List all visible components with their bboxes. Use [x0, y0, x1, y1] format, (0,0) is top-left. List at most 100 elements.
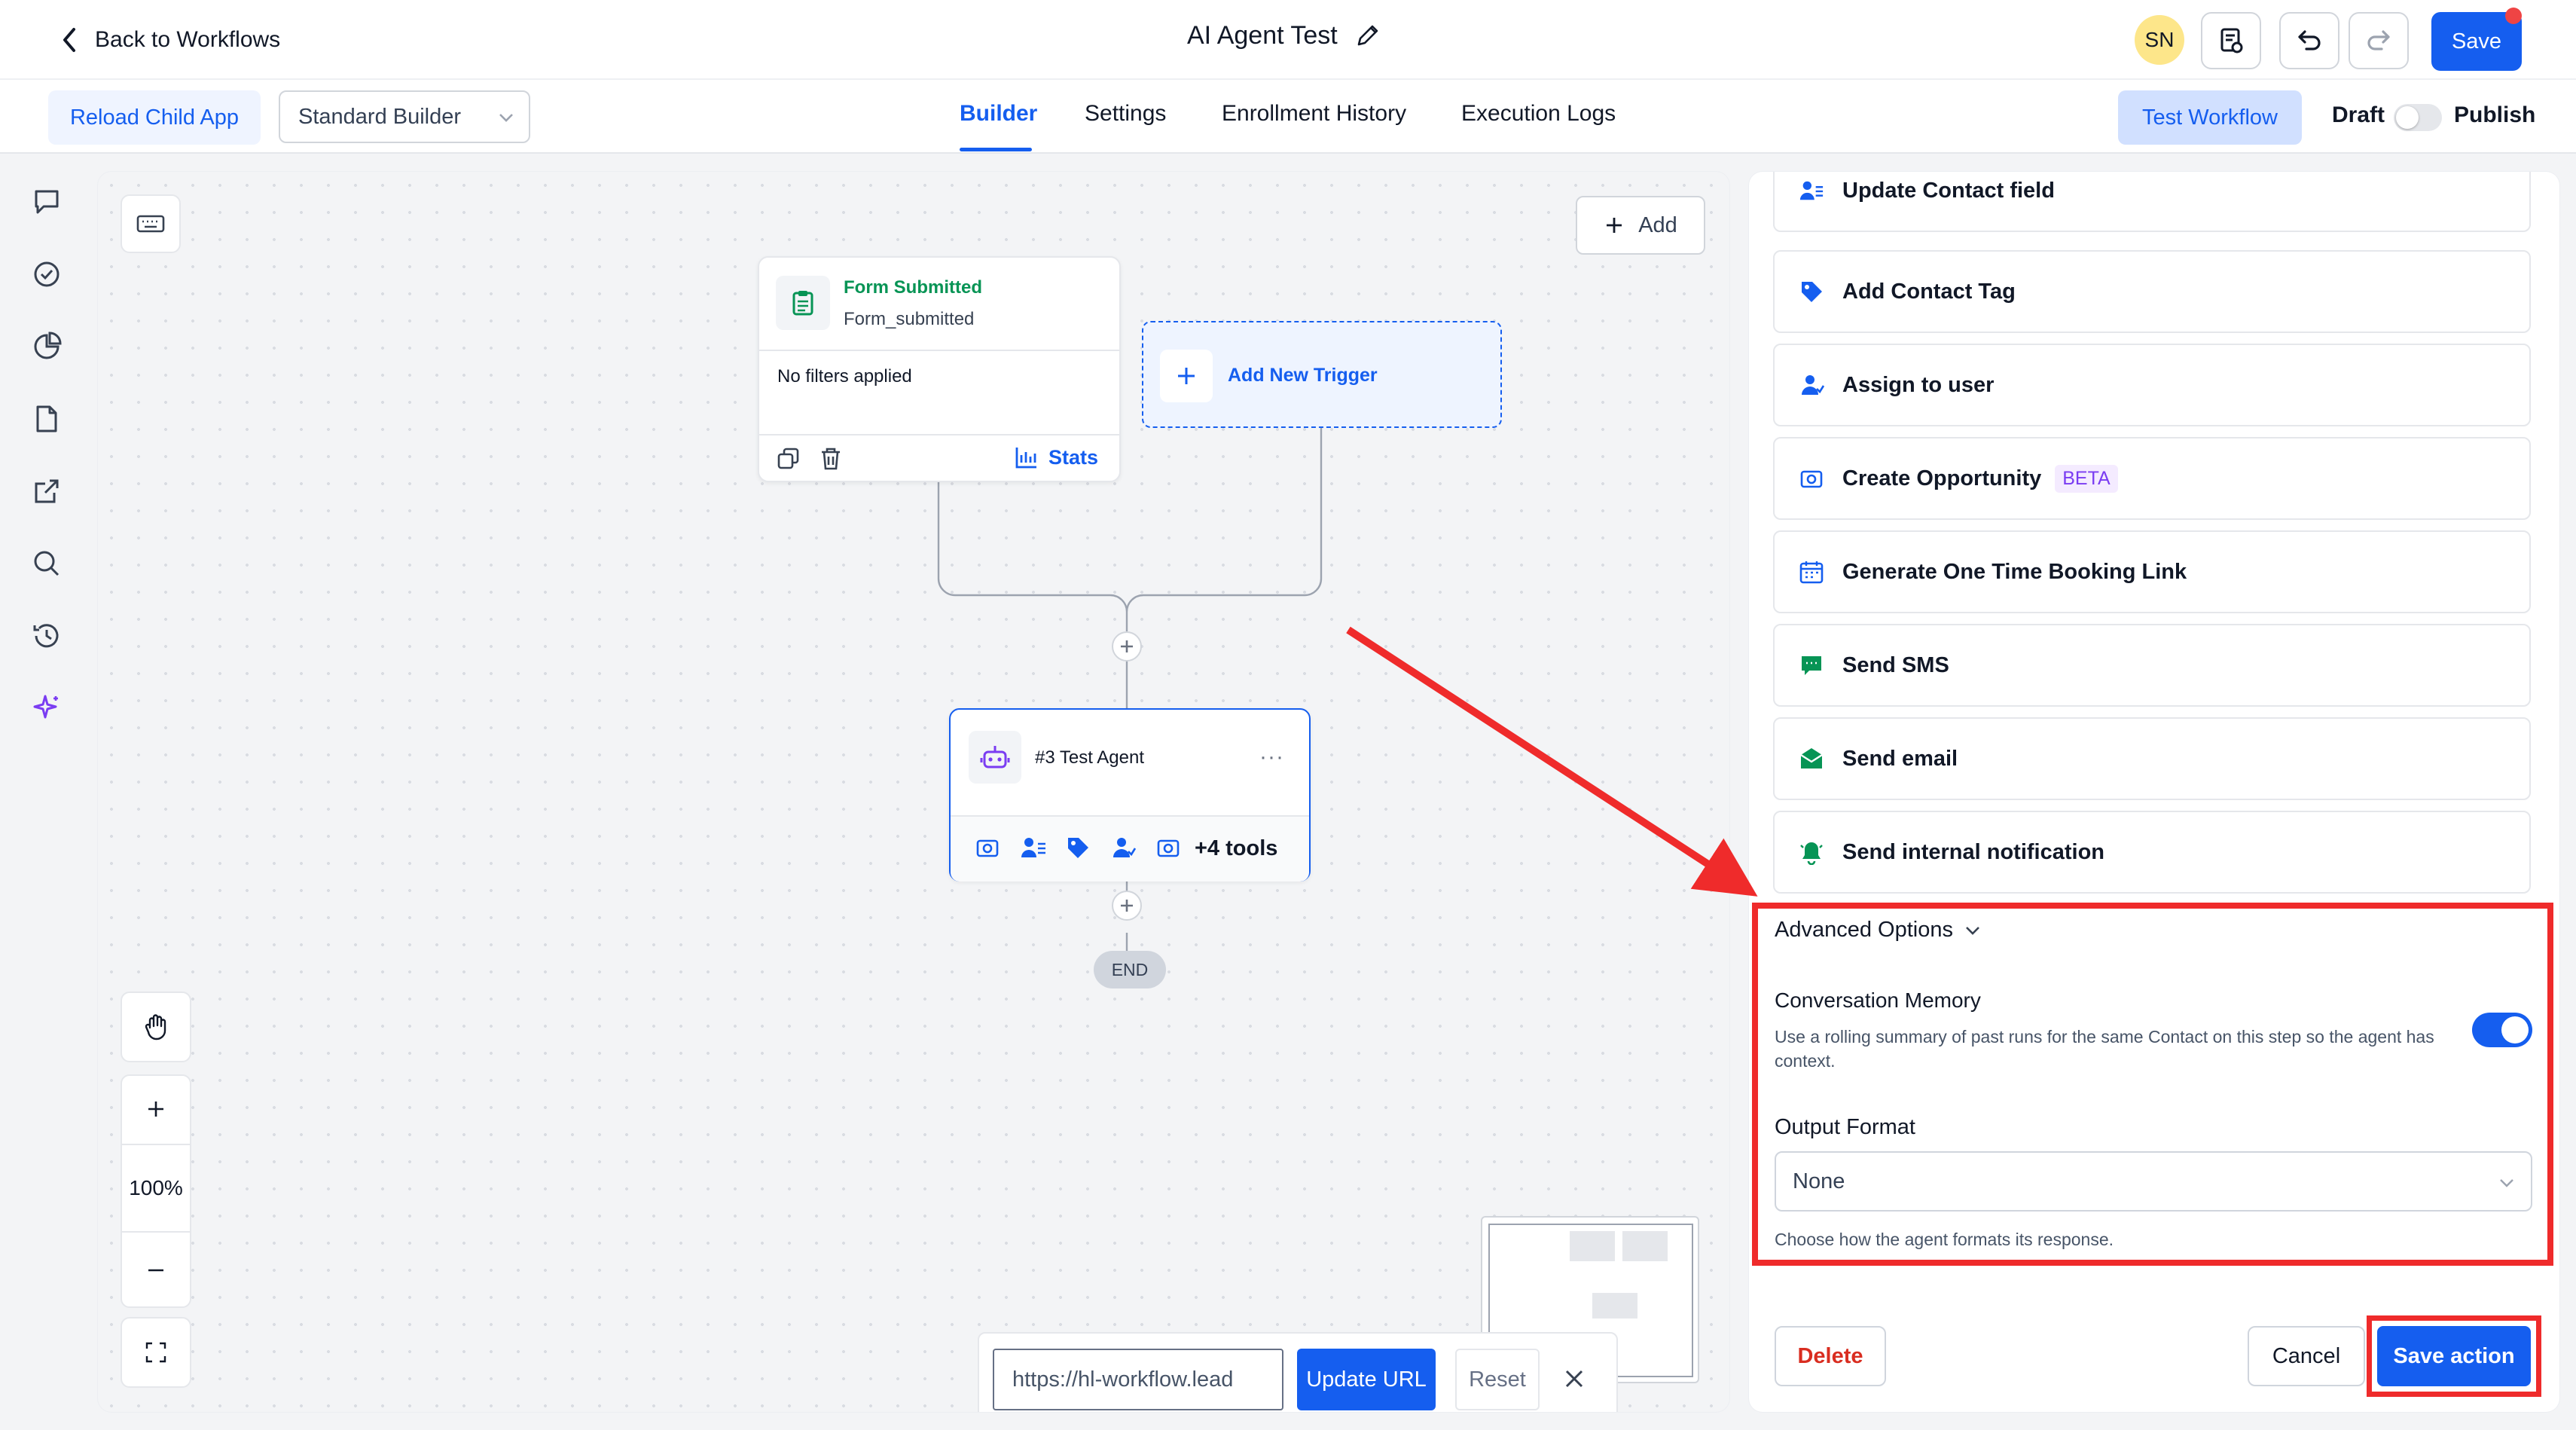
plus-icon — [1607, 218, 1622, 233]
url-input[interactable]: https://hl-workflow.lead — [993, 1349, 1283, 1410]
pencil-icon[interactable] — [1354, 23, 1380, 49]
add-button[interactable]: Add — [1576, 196, 1705, 255]
add-new-trigger[interactable]: Add New Trigger — [1142, 321, 1502, 428]
add-label: Add — [1638, 212, 1677, 237]
card-divider — [759, 434, 1119, 435]
url-input-value: https://hl-workflow.lead — [1012, 1367, 1234, 1392]
annotation-highlight-box — [1752, 903, 2553, 1266]
action-send-sms[interactable]: Send SMS — [1773, 624, 2531, 707]
add-step-button[interactable] — [1112, 891, 1142, 921]
action-label: Create Opportunity — [1842, 466, 2042, 490]
add-step-button[interactable] — [1112, 631, 1142, 662]
hand-tool-button[interactable] — [121, 992, 191, 1062]
tab-execution-logs[interactable]: Execution Logs — [1461, 101, 1616, 127]
delete-label: Delete — [1797, 1343, 1863, 1368]
zoom-out-button[interactable] — [121, 1233, 191, 1308]
workflow-canvas[interactable]: Add Form Submitted Form_submitted No fil… — [98, 172, 1729, 1412]
more-options-icon[interactable]: ··· — [1259, 744, 1284, 770]
reset-button[interactable]: Reset — [1455, 1349, 1540, 1410]
copy-icon[interactable] — [776, 446, 801, 472]
pie-chart-icon[interactable] — [30, 330, 63, 363]
redo-button[interactable] — [2349, 12, 2409, 69]
trigger-subtitle: Form_submitted — [844, 309, 975, 329]
expand-icon — [145, 1342, 166, 1363]
action-label: Send SMS — [1842, 652, 1949, 677]
check-circle-icon[interactable] — [30, 258, 63, 291]
undo-button[interactable] — [2279, 12, 2339, 69]
end-label: END — [1111, 959, 1149, 979]
stats-label: Stats — [1048, 445, 1099, 469]
avatar[interactable]: SN — [2135, 15, 2184, 65]
agent-card[interactable]: #3 Test Agent ··· +4 tools — [949, 708, 1311, 882]
file-icon[interactable] — [30, 402, 63, 435]
minimap-node — [1622, 1231, 1668, 1261]
action-label: Update Contact field — [1842, 178, 2055, 203]
cancel-label: Cancel — [2272, 1343, 2341, 1368]
keyboard-shortcuts-button[interactable] — [121, 194, 181, 253]
add-trigger-icon-box — [1160, 350, 1213, 402]
trigger-title: Form Submitted — [844, 277, 982, 298]
calendar-icon — [1799, 561, 1824, 584]
delete-button[interactable]: Delete — [1775, 1326, 1886, 1386]
close-icon[interactable] — [1562, 1367, 1586, 1391]
tab-settings[interactable]: Settings — [1085, 101, 1166, 127]
trigger-card[interactable]: Form Submitted Form_submitted No filters… — [758, 256, 1121, 482]
contact-field-icon — [1021, 838, 1045, 857]
publish-toggle[interactable] — [2394, 104, 2442, 131]
fit-screen-button[interactable] — [121, 1317, 191, 1388]
tab-builder-label: Builder — [960, 101, 1038, 126]
tab-settings-label: Settings — [1085, 101, 1167, 126]
action-label: Send email — [1842, 746, 1958, 771]
chat-icon[interactable] — [30, 185, 63, 218]
action-booking-link[interactable]: Generate One Time Booking Link — [1773, 530, 2531, 613]
cancel-button[interactable]: Cancel — [2248, 1326, 2365, 1386]
tab-enrollment-history-label: Enrollment History — [1222, 101, 1407, 126]
tab-builder[interactable]: Builder — [960, 101, 1037, 127]
stats-button[interactable]: Stats — [1014, 445, 1098, 470]
form-icon-box — [776, 276, 830, 330]
trash-icon[interactable] — [818, 446, 844, 472]
update-url-button[interactable]: Update URL — [1297, 1349, 1436, 1410]
history-icon[interactable] — [30, 619, 63, 652]
draft-label: Draft — [2332, 102, 2385, 127]
update-url-label: Update URL — [1306, 1367, 1427, 1392]
save-action-button[interactable]: Save action — [2377, 1326, 2531, 1386]
action-send-email[interactable]: Send email — [1773, 717, 2531, 800]
action-assign-to-user[interactable]: Assign to user — [1773, 344, 2531, 426]
zoom-level-text: 100% — [129, 1176, 183, 1199]
back-to-workflows-link[interactable]: Back to Workflows — [59, 23, 280, 57]
hand-icon — [145, 1014, 166, 1040]
search-icon[interactable] — [30, 547, 63, 580]
minus-icon — [148, 1269, 163, 1272]
workflow-title[interactable]: AI Agent Test — [1187, 21, 1380, 50]
contact-field-icon — [1799, 181, 1824, 200]
tab-enrollment-history[interactable]: Enrollment History — [1222, 101, 1406, 127]
reset-label: Reset — [1469, 1367, 1526, 1392]
action-label: Assign to user — [1842, 372, 1995, 397]
test-workflow-button[interactable]: Test Workflow — [2118, 90, 2302, 145]
assign-user-icon — [1113, 838, 1136, 857]
action-add-contact-tag[interactable]: Add Contact Tag — [1773, 250, 2531, 333]
builder-select[interactable]: Standard Builder — [279, 90, 530, 143]
action-create-opportunity[interactable]: Create Opportunity BETA — [1773, 437, 2531, 520]
test-workflow-label: Test Workflow — [2142, 105, 2278, 130]
unsaved-indicator-dot — [2505, 8, 2522, 24]
workflow-title-text: AI Agent Test — [1187, 21, 1338, 50]
robot-icon — [980, 746, 1010, 768]
notes-button[interactable] — [2201, 12, 2261, 69]
save-label: Save — [2451, 29, 2502, 53]
assign-user-icon — [1802, 375, 1824, 395]
active-tab-indicator — [960, 148, 1032, 151]
sparkle-icon[interactable] — [30, 692, 63, 725]
action-update-contact-field[interactable]: Update Contact field — [1773, 172, 2531, 232]
chevron-down-icon — [499, 114, 513, 122]
zoom-in-button[interactable] — [121, 1074, 191, 1145]
plus-icon — [1121, 900, 1133, 912]
action-internal-notification[interactable]: Send internal notification — [1773, 811, 2531, 894]
reload-child-app-button[interactable]: Reload Child App — [48, 90, 261, 145]
add-trigger-label: Add New Trigger — [1228, 365, 1378, 386]
undo-icon — [2298, 30, 2321, 50]
plus-icon — [1121, 640, 1133, 652]
external-link-icon[interactable] — [30, 475, 63, 508]
tag-icon — [1802, 282, 1822, 302]
